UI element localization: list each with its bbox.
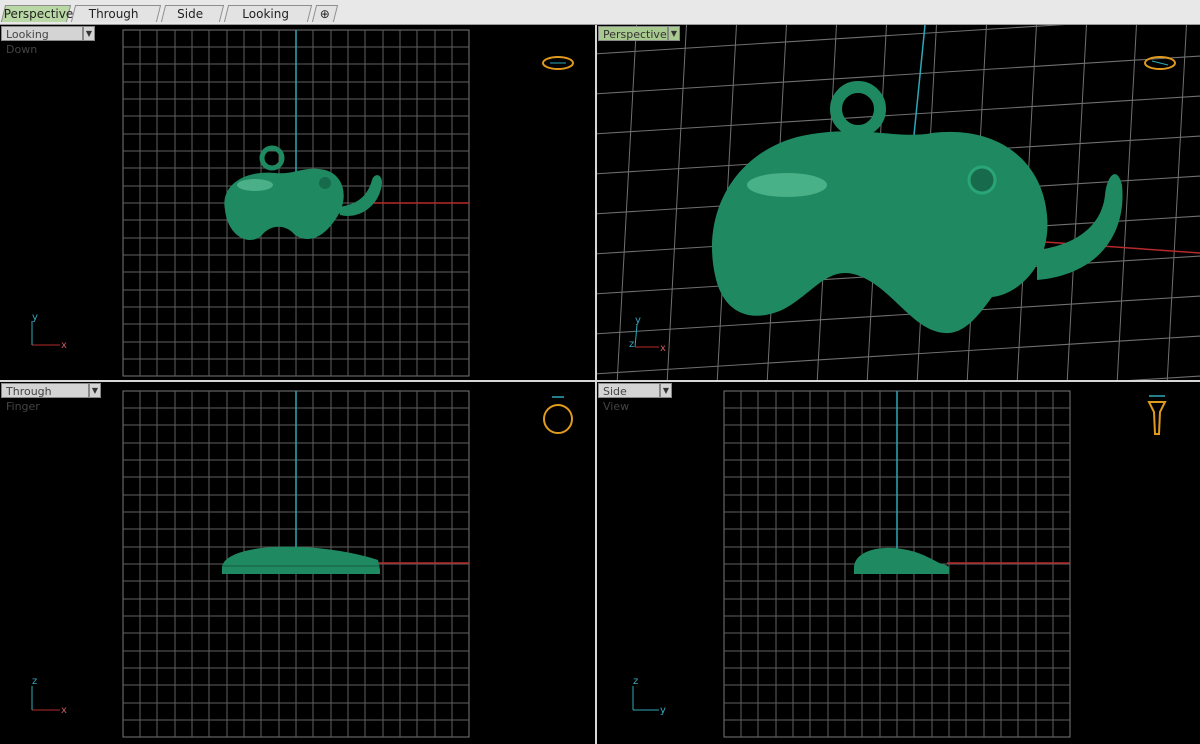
- elephant-pendant-model: [224, 145, 382, 241]
- x-axis-label: x: [61, 705, 67, 716]
- tab-through-finger[interactable]: Through Finger: [70, 5, 162, 38]
- elephant-pendant-model: [854, 547, 950, 574]
- axis-triad: x y z: [629, 315, 666, 354]
- viewport-label[interactable]: Through Finger: [1, 383, 89, 413]
- viewport-menu-dropdown[interactable]: ▼: [660, 383, 672, 398]
- view-gizmo-icon[interactable]: [1147, 395, 1167, 435]
- tab-side-view[interactable]: Side View: [160, 5, 225, 38]
- axis-triad: x y: [31, 312, 67, 351]
- axis-triad: x z: [31, 676, 67, 716]
- y-axis-label: y: [660, 705, 666, 716]
- y-axis-label: y: [32, 312, 38, 323]
- view-tab-bar: Perspective Through Finger Side View Loo…: [0, 0, 1200, 38]
- perspective-canvas: x y z: [597, 25, 1200, 380]
- view-gizmo-icon[interactable]: [543, 396, 573, 434]
- viewport-menu-dropdown[interactable]: ▼: [89, 383, 101, 398]
- x-axis-label: x: [660, 343, 666, 354]
- viewport-menu-dropdown[interactable]: ▼: [668, 26, 680, 41]
- y-axis-label: y: [635, 315, 641, 326]
- viewport-side-view[interactable]: y z Side View ▼: [597, 382, 1200, 744]
- elephant-pendant-model: [712, 81, 1123, 334]
- tab-perspective[interactable]: Perspective: [0, 5, 73, 22]
- add-tab-button[interactable]: ⊕: [311, 5, 339, 22]
- x-axis-label: x: [61, 340, 67, 351]
- tab-looking-down[interactable]: Looking Down: [223, 5, 313, 38]
- viewport-menu-dropdown[interactable]: ▼: [83, 26, 95, 41]
- viewport-label[interactable]: Side View: [598, 383, 660, 413]
- elephant-pendant-model: [222, 546, 380, 574]
- viewport-label[interactable]: Looking Down: [1, 26, 83, 56]
- viewport-looking-down[interactable]: x y Looking Down ▼: [0, 25, 595, 380]
- side-view-canvas: y z: [632, 390, 1167, 738]
- z-axis-label: z: [633, 676, 638, 687]
- axis-triad: y z: [632, 676, 666, 716]
- looking-down-canvas: x y: [31, 29, 574, 377]
- viewport-label[interactable]: Perspective: [598, 26, 668, 41]
- through-finger-canvas: x z: [31, 390, 573, 738]
- z-axis-label: z: [32, 676, 37, 687]
- view-gizmo-icon[interactable]: [542, 56, 574, 70]
- z-axis-label: z: [629, 339, 634, 350]
- viewport-perspective[interactable]: x y z Perspective ▼: [597, 25, 1200, 380]
- viewport-through-finger[interactable]: x z Through Finger ▼: [0, 382, 595, 744]
